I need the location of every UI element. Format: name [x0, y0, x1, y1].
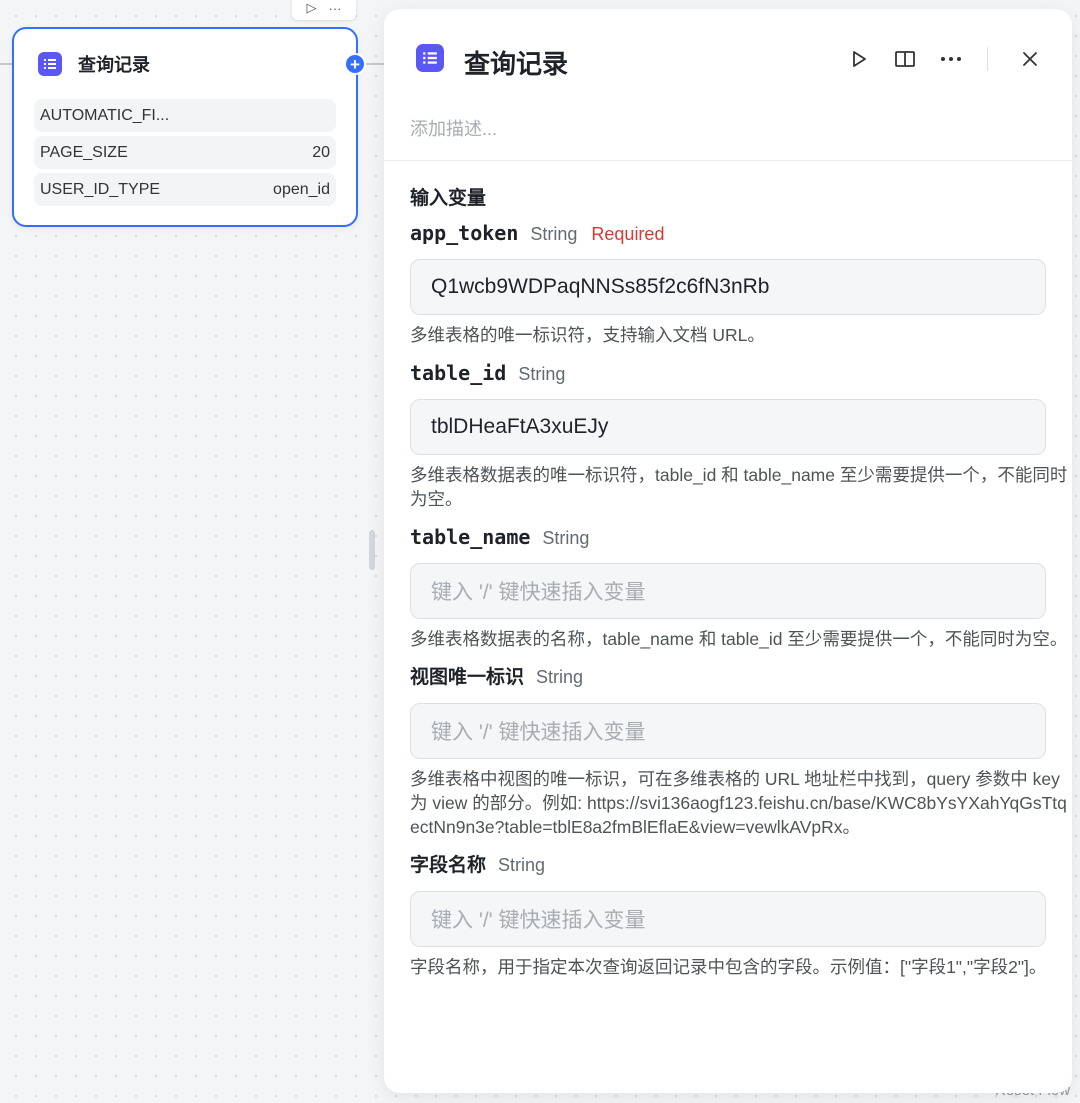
field-table-id: table_id String tblDHeaFtA3xuEJy 多维表格数据表…: [410, 357, 1067, 511]
field-name: 视图唯一标识: [410, 666, 525, 688]
more-horizontal-icon[interactable]: [939, 47, 963, 71]
flow-node-query-records[interactable]: 查询记录 AUTOMATIC_FI... PAGE_SIZE 20 USER_I…: [12, 27, 358, 227]
node-header: 查询记录: [14, 29, 356, 99]
incoming-edge: [0, 63, 12, 65]
field-name: 字段名称: [410, 854, 487, 876]
field-help: 多维表格的唯一标识符，支持输入文档 URL。: [410, 325, 765, 345]
field-help: 多维表格数据表的名称，table_name 和 table_id 至少需要提供一…: [410, 629, 1068, 649]
app-token-input[interactable]: Q1wcb9WDPaqNNSs85f2c6fN3nRb: [410, 259, 1046, 315]
field-help: 字段名称，用于指定本次查询返回记录中包含的字段。示例值：["字段1","字段2"…: [410, 957, 1047, 977]
divider: [987, 47, 988, 71]
required-badge: Required: [591, 224, 665, 244]
field-type: String: [498, 855, 546, 875]
view-id-input[interactable]: 键入 '/' 键快速插入变量: [410, 703, 1046, 759]
field-label: table_name String: [410, 521, 1046, 553]
field-type: String: [536, 667, 584, 687]
field-type: String: [530, 224, 578, 244]
play-icon[interactable]: ▷: [307, 0, 317, 16]
panel-header: 查询记录 添加描述...: [384, 9, 1072, 161]
field-name: table_name: [410, 525, 531, 549]
field-name: table_id: [410, 361, 507, 385]
node-param-key: USER_ID_TYPE: [40, 180, 161, 198]
table-id-input[interactable]: tblDHeaFtA3xuEJy: [410, 399, 1046, 455]
field-field-names: 字段名称 String 键入 '/' 键快速插入变量 字段名称，用于指定本次查询…: [410, 849, 1046, 979]
list-doc-icon: [416, 44, 444, 72]
book-icon[interactable]: [893, 47, 917, 71]
node-config-panel: 查询记录 添加描述... 输入变量 app_token String Requi…: [384, 9, 1072, 1093]
field-names-input[interactable]: 键入 '/' 键快速插入变量: [410, 891, 1046, 947]
node-mini-toolbar: ▷ ···: [292, 0, 356, 20]
field-label: 字段名称 String: [410, 849, 1046, 881]
panel-body: 输入变量 app_token String Required Q1wcb9WDP…: [384, 161, 1072, 979]
table-name-input[interactable]: 键入 '/' 键快速插入变量: [410, 563, 1046, 619]
section-title-input-variables: 输入变量: [410, 188, 487, 209]
field-label: app_token String Required: [410, 217, 1046, 249]
list-doc-icon: [38, 52, 62, 76]
node-param-row: AUTOMATIC_FI...: [34, 99, 336, 132]
field-table-name: table_name String 键入 '/' 键快速插入变量 多维表格数据表…: [410, 521, 1067, 651]
field-view-id: 视图唯一标识 String 键入 '/' 键快速插入变量 多维表格中视图的唯一标…: [410, 661, 1067, 839]
add-node-button[interactable]: +: [344, 53, 366, 75]
more-icon[interactable]: ···: [329, 1, 342, 16]
field-help: 多维表格数据表的唯一标识符，table_id 和 table_name 至少需要…: [410, 465, 1068, 509]
node-param-row: PAGE_SIZE 20: [34, 136, 336, 169]
node-param-key: PAGE_SIZE: [40, 143, 128, 161]
node-param-row: USER_ID_TYPE open_id: [34, 173, 336, 206]
field-name: app_token: [410, 221, 519, 245]
field-app-token: app_token String Required Q1wcb9WDPaqNNS…: [410, 217, 1046, 347]
panel-actions: [825, 43, 1042, 75]
panel-title: 查询记录: [464, 49, 569, 79]
node-param-value: 20: [312, 143, 330, 161]
close-icon[interactable]: [1018, 47, 1042, 71]
play-icon[interactable]: [847, 47, 871, 71]
outgoing-edge: [366, 63, 384, 65]
field-type: String: [518, 364, 566, 384]
node-param-key: AUTOMATIC_FI...: [40, 106, 170, 124]
field-label: table_id String: [410, 357, 1046, 389]
node-title: 查询记录: [78, 55, 150, 75]
field-type: String: [542, 528, 590, 548]
description-input[interactable]: 添加描述...: [410, 115, 497, 141]
field-help: 多维表格中视图的唯一标识，可在多维表格的 URL 地址栏中找到，query 参数…: [410, 769, 1067, 837]
node-param-value: open_id: [273, 180, 330, 198]
panel-resize-handle[interactable]: [369, 530, 375, 570]
field-label: 视图唯一标识 String: [410, 661, 1046, 693]
